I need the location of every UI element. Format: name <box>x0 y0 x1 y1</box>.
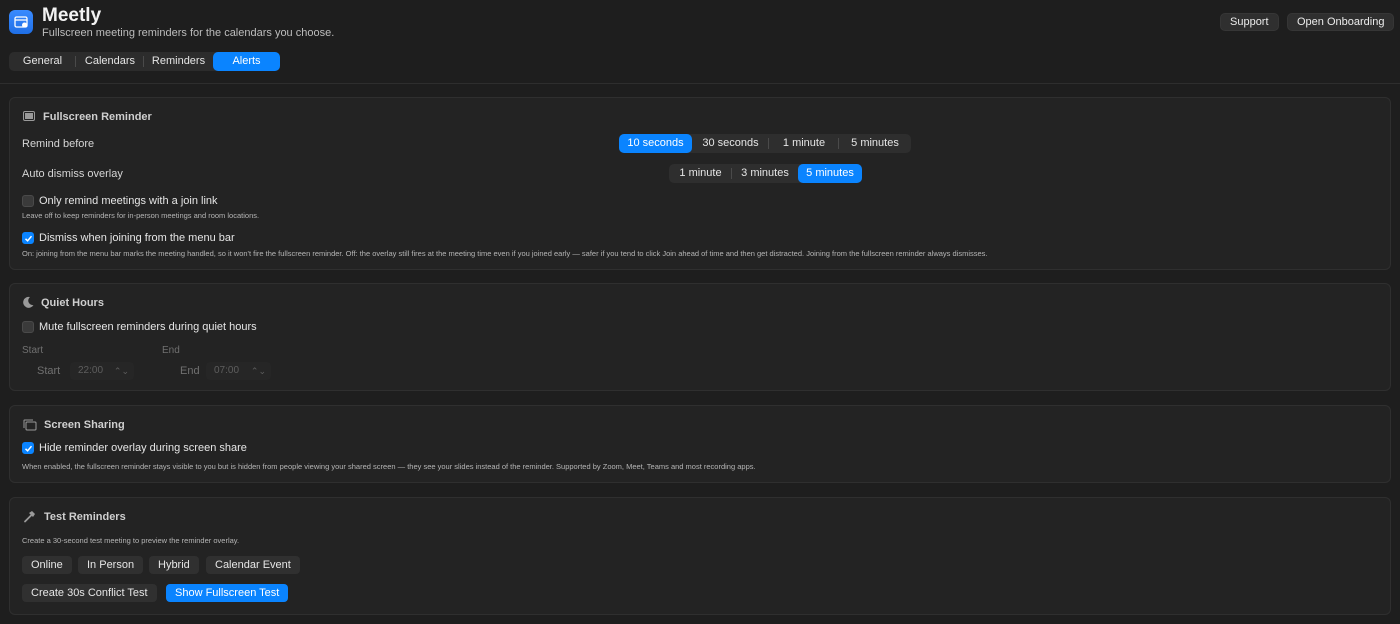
remind-before-10-seconds[interactable]: 10 seconds <box>619 134 692 153</box>
end-time-field[interactable]: 07:00 ⌃⌄ <box>206 362 271 380</box>
auto-dismiss-label: Auto dismiss overlay <box>22 168 123 180</box>
test-in-person-button[interactable]: In Person <box>78 556 144 574</box>
remind-before-5-minutes[interactable]: 5 minutes <box>839 134 911 153</box>
join-link-label: Only remind meetings with a join link <box>39 195 218 207</box>
dismiss-menu-help: On: joining from the menu bar marks the … <box>22 249 988 258</box>
moon-icon <box>23 296 34 308</box>
remind-before-1-minute[interactable]: 1 minute <box>769 134 839 153</box>
show-fullscreen-test-button[interactable]: Show Fullscreen Test <box>166 584 289 602</box>
hide-overlay-help: When enabled, the fullscreen reminder st… <box>22 462 756 471</box>
calendar-icon <box>14 16 28 28</box>
join-link-checkbox[interactable] <box>22 195 34 207</box>
end-label: End <box>180 365 200 377</box>
mute-quiet-hours-option[interactable]: Mute fullscreen reminders during quiet h… <box>22 321 257 333</box>
test-calendar-event-button[interactable]: Calendar Event <box>206 556 300 574</box>
create-conflict-test-button[interactable]: Create 30s Conflict Test <box>22 584 157 602</box>
checkmark-icon <box>24 235 32 242</box>
test-hybrid-button[interactable]: Hybrid <box>149 556 199 574</box>
card-title: Fullscreen Reminder <box>43 111 152 123</box>
open-onboarding-button[interactable]: Open Onboarding <box>1287 13 1395 31</box>
test-online-button[interactable]: Online <box>22 556 72 574</box>
start-time-value: 22:00 <box>78 365 104 376</box>
dismiss-menu-option[interactable]: Dismiss when joining from the menu bar <box>22 232 235 244</box>
header: Meetly Fullscreen meeting reminders for … <box>0 0 1400 84</box>
quiet-hours-card: Quiet Hours Mute fullscreen reminders du… <box>9 283 1391 391</box>
screen-sharing-card: Screen Sharing Hide reminder overlay dur… <box>9 405 1391 483</box>
auto-dismiss-1-minute[interactable]: 1 minute <box>669 164 732 183</box>
remind-before-30-seconds[interactable]: 30 seconds <box>692 134 769 153</box>
tab-general[interactable]: General <box>9 52 76 71</box>
app-subtitle: Fullscreen meeting reminders for the cal… <box>42 27 335 39</box>
display-icon <box>23 111 35 121</box>
hide-overlay-option[interactable]: Hide reminder overlay during screen shar… <box>22 442 247 454</box>
app-title: Meetly <box>42 5 102 26</box>
dismiss-menu-label: Dismiss when joining from the menu bar <box>39 232 235 244</box>
end-time-stepper-icon[interactable]: ⌃⌄ <box>251 362 266 380</box>
auto-dismiss-3-minutes[interactable]: 3 minutes <box>732 164 798 183</box>
fullscreen-reminder-card: Fullscreen Reminder Remind before 10 sec… <box>9 97 1391 270</box>
mute-quiet-hours-label: Mute fullscreen reminders during quiet h… <box>39 321 257 333</box>
dismiss-menu-checkbox[interactable] <box>22 232 34 244</box>
hammer-icon <box>24 511 35 523</box>
tab-calendars[interactable]: Calendars <box>76 52 144 71</box>
tab-reminders[interactable]: Reminders <box>144 52 213 71</box>
end-header: End <box>162 345 180 356</box>
end-time-value: 07:00 <box>214 365 240 376</box>
join-link-help: Leave off to keep reminders for in-perso… <box>22 211 260 220</box>
tab-bar: General Calendars Reminders Alerts <box>9 52 280 71</box>
hide-overlay-checkbox[interactable] <box>22 442 34 454</box>
test-reminders-card: Test Reminders Create a 30-second test m… <box>9 497 1391 615</box>
auto-dismiss-segmented-control: 1 minute 3 minutes 5 minutes <box>669 164 862 183</box>
hide-overlay-label: Hide reminder overlay during screen shar… <box>39 442 247 454</box>
auto-dismiss-5-minutes[interactable]: 5 minutes <box>798 164 862 183</box>
test-help: Create a 30-second test meeting to previ… <box>22 536 240 545</box>
card-title: Screen Sharing <box>44 419 125 431</box>
join-link-option[interactable]: Only remind meetings with a join link <box>22 195 218 207</box>
tab-alerts[interactable]: Alerts <box>213 52 280 71</box>
mute-quiet-hours-checkbox[interactable] <box>22 321 34 333</box>
remind-before-label: Remind before <box>22 138 95 150</box>
screen-share-icon <box>23 419 37 431</box>
start-header: Start <box>22 345 44 356</box>
support-button[interactable]: Support <box>1220 13 1279 31</box>
app-icon <box>9 10 33 34</box>
start-label: Start <box>37 365 61 377</box>
checkmark-icon <box>24 445 32 452</box>
start-time-stepper-icon[interactable]: ⌃⌄ <box>114 362 129 380</box>
start-time-field[interactable]: 22:00 ⌃⌄ <box>70 362 134 380</box>
remind-before-segmented-control: 10 seconds 30 seconds 1 minute 5 minutes <box>619 134 911 153</box>
card-title: Quiet Hours <box>41 297 104 309</box>
card-title: Test Reminders <box>44 511 126 523</box>
